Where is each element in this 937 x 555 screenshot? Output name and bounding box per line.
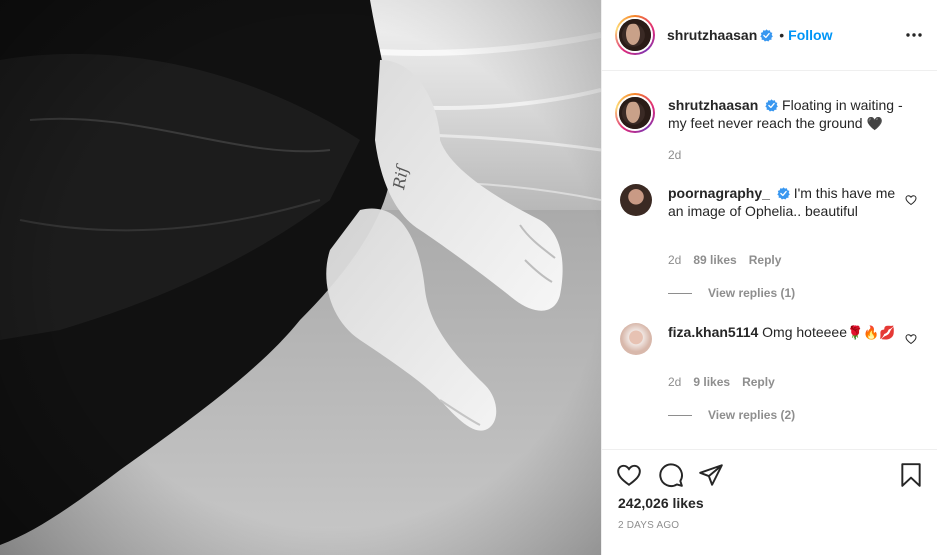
paper-plane-icon[interactable] [698, 462, 724, 488]
commenter-avatar[interactable] [620, 323, 652, 355]
verified-badge-icon [777, 187, 790, 200]
view-replies-label: View replies (2) [708, 408, 796, 422]
bookmark-icon[interactable] [898, 462, 924, 488]
more-options-icon[interactable] [906, 26, 922, 44]
post-details-panel: shrutzhaasan • Follow shrutzhaasan Float… [601, 0, 937, 555]
reply-button[interactable]: Reply [749, 253, 782, 267]
caption-username[interactable]: shrutzhaasan [668, 97, 758, 113]
comment-meta: 2d 9 likes Reply [668, 375, 775, 389]
commenter-avatar[interactable] [620, 184, 652, 216]
heart-icon[interactable] [616, 462, 642, 488]
comment-time[interactable]: 2d [668, 375, 681, 389]
header-separator: • [779, 27, 785, 43]
reply-button[interactable]: Reply [742, 375, 775, 389]
rose-fire-lips-emoji: 🌹🔥💋 [847, 326, 896, 341]
comment-text: poornagraphy_ I'm this have me an image … [668, 184, 898, 220]
caption-author-avatar[interactable] [615, 93, 655, 133]
caption-text: shrutzhaasan Floating in waiting - my fe… [668, 96, 913, 134]
view-replies-button[interactable]: View replies (2) [668, 408, 795, 422]
commenter-username[interactable]: poornagraphy_ [668, 185, 770, 201]
verified-badge-icon [765, 99, 778, 112]
like-comment-heart-icon[interactable] [905, 194, 917, 206]
view-replies-label: View replies (1) [708, 286, 796, 300]
post-likes-count[interactable]: 242,026 likes [618, 495, 704, 511]
verified-badge-icon [760, 28, 774, 42]
post-actions: 242,026 likes 2 DAYS AGO [602, 449, 937, 555]
comment-meta: 2d 89 likes Reply [668, 253, 781, 267]
underwater-feet-photo: Riſ [0, 0, 601, 555]
comments-section[interactable]: shrutzhaasan Floating in waiting - my fe… [602, 72, 937, 448]
caption-time[interactable]: 2d [668, 148, 681, 162]
post-header: shrutzhaasan • Follow [602, 0, 937, 71]
follow-button[interactable]: Follow [788, 27, 832, 43]
comment-body: Omg hoteeee [762, 324, 848, 340]
author-username[interactable]: shrutzhaasan [667, 27, 757, 43]
comment-bubble-icon[interactable] [658, 462, 684, 488]
commenter-username[interactable]: fiza.khan5114 [668, 324, 758, 340]
comment-time[interactable]: 2d [668, 253, 681, 267]
post-photo[interactable]: Riſ [0, 0, 601, 555]
comment-text: fiza.khan5114 Omg hoteeee🌹🔥💋 [668, 323, 898, 343]
comment-likes[interactable]: 9 likes [693, 375, 730, 389]
replies-divider [668, 292, 692, 294]
view-replies-button[interactable]: View replies (1) [668, 286, 795, 300]
black-heart-emoji: 🖤 [866, 117, 883, 132]
replies-divider [668, 414, 692, 416]
instagram-post: Riſ shrutzhaasan • Follow [0, 0, 937, 555]
comment-likes[interactable]: 89 likes [693, 253, 736, 267]
post-timestamp[interactable]: 2 DAYS AGO [618, 520, 679, 531]
author-avatar[interactable] [615, 15, 655, 55]
like-comment-heart-icon[interactable] [905, 333, 917, 345]
